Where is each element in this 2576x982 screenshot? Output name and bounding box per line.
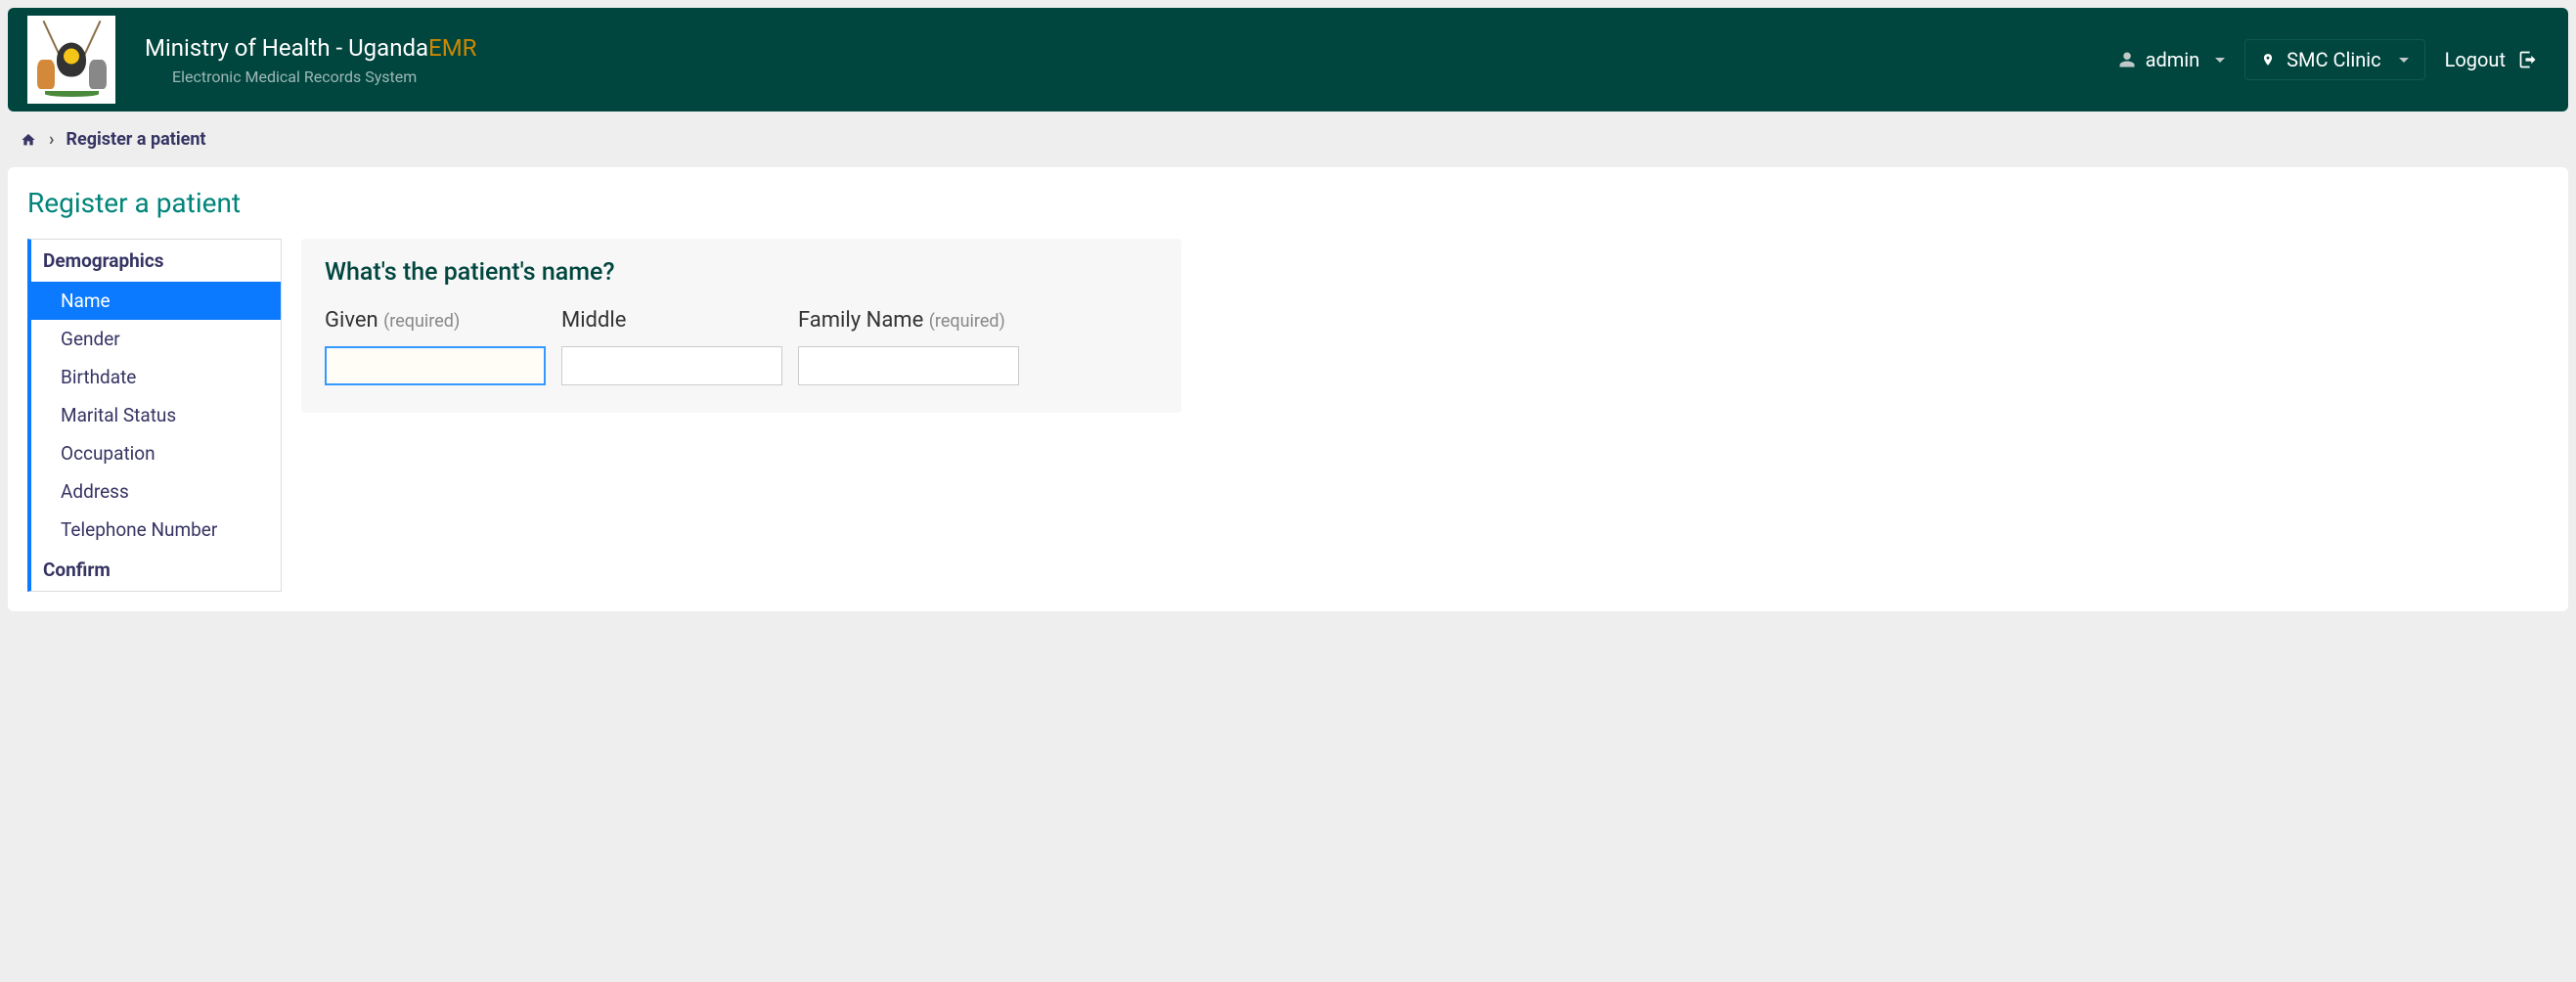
breadcrumb-current: Register a patient: [66, 129, 205, 150]
form-sidebar: Demographics Name Gender Birthdate Marit…: [27, 239, 282, 592]
middle-name-input[interactable]: [561, 346, 782, 385]
sidebar-item-address[interactable]: Address: [31, 472, 281, 511]
coat-of-arms-icon: [35, 23, 109, 97]
logout-label: Logout: [2445, 48, 2506, 71]
caret-down-icon: [2399, 58, 2409, 63]
header-right: admin SMC Clinic Logout: [2118, 39, 2549, 80]
given-label-text: Given: [325, 308, 378, 333]
given-name-input[interactable]: [325, 346, 546, 385]
form-question: What's the patient's name?: [325, 258, 1158, 287]
logo: [27, 16, 115, 104]
breadcrumb: › Register a patient: [0, 119, 2576, 159]
middle-label-text: Middle: [561, 308, 626, 333]
logout-button[interactable]: Logout: [2445, 48, 2539, 71]
home-icon[interactable]: [20, 132, 37, 148]
family-required-text: (required): [929, 311, 1005, 332]
fields-row: Given (required) Middle Family Name (req…: [325, 308, 1158, 385]
given-label: Given (required): [325, 308, 546, 333]
field-group-family: Family Name (required): [798, 308, 1019, 385]
user-menu[interactable]: admin: [2118, 48, 2226, 71]
user-icon: [2118, 50, 2136, 69]
sidebar-section-confirm[interactable]: Confirm: [31, 549, 281, 591]
family-label: Family Name (required): [798, 308, 1019, 333]
sidebar-item-telephone[interactable]: Telephone Number: [31, 511, 281, 549]
caret-down-icon: [2215, 58, 2225, 63]
app-header: Ministry of Health - UgandaEMR Electroni…: [8, 8, 2568, 112]
form-container: Demographics Name Gender Birthdate Marit…: [27, 239, 2549, 592]
family-name-input[interactable]: [798, 346, 1019, 385]
logout-icon: [2517, 50, 2539, 69]
chevron-right-icon: ›: [49, 129, 54, 150]
content-card: Register a patient Demographics Name Gen…: [8, 167, 2568, 611]
given-required-text: (required): [383, 311, 460, 332]
app-title: Ministry of Health - UgandaEMR: [145, 34, 476, 62]
family-label-text: Family Name: [798, 308, 923, 333]
sidebar-item-birthdate[interactable]: Birthdate: [31, 358, 281, 396]
field-group-given: Given (required): [325, 308, 546, 385]
title-block: Ministry of Health - UgandaEMR Electroni…: [145, 34, 476, 86]
user-name: admin: [2146, 48, 2200, 71]
location-name: SMC Clinic: [2287, 48, 2380, 71]
form-panel: What's the patient's name? Given (requir…: [301, 239, 1181, 413]
location-selector[interactable]: SMC Clinic: [2244, 39, 2424, 80]
middle-label: Middle: [561, 308, 782, 333]
app-title-main: Ministry of Health - Uganda: [145, 34, 428, 62]
sidebar-section-demographics: Demographics: [31, 240, 281, 282]
sidebar-item-marital-status[interactable]: Marital Status: [31, 396, 281, 434]
field-group-middle: Middle: [561, 308, 782, 385]
sidebar-item-gender[interactable]: Gender: [31, 320, 281, 358]
sidebar-item-occupation[interactable]: Occupation: [31, 434, 281, 472]
location-pin-icon: [2261, 50, 2275, 69]
app-title-suffix: EMR: [428, 34, 476, 62]
app-subtitle: Electronic Medical Records System: [172, 67, 476, 86]
sidebar-item-name[interactable]: Name: [31, 282, 281, 320]
page-title: Register a patient: [27, 187, 2549, 219]
